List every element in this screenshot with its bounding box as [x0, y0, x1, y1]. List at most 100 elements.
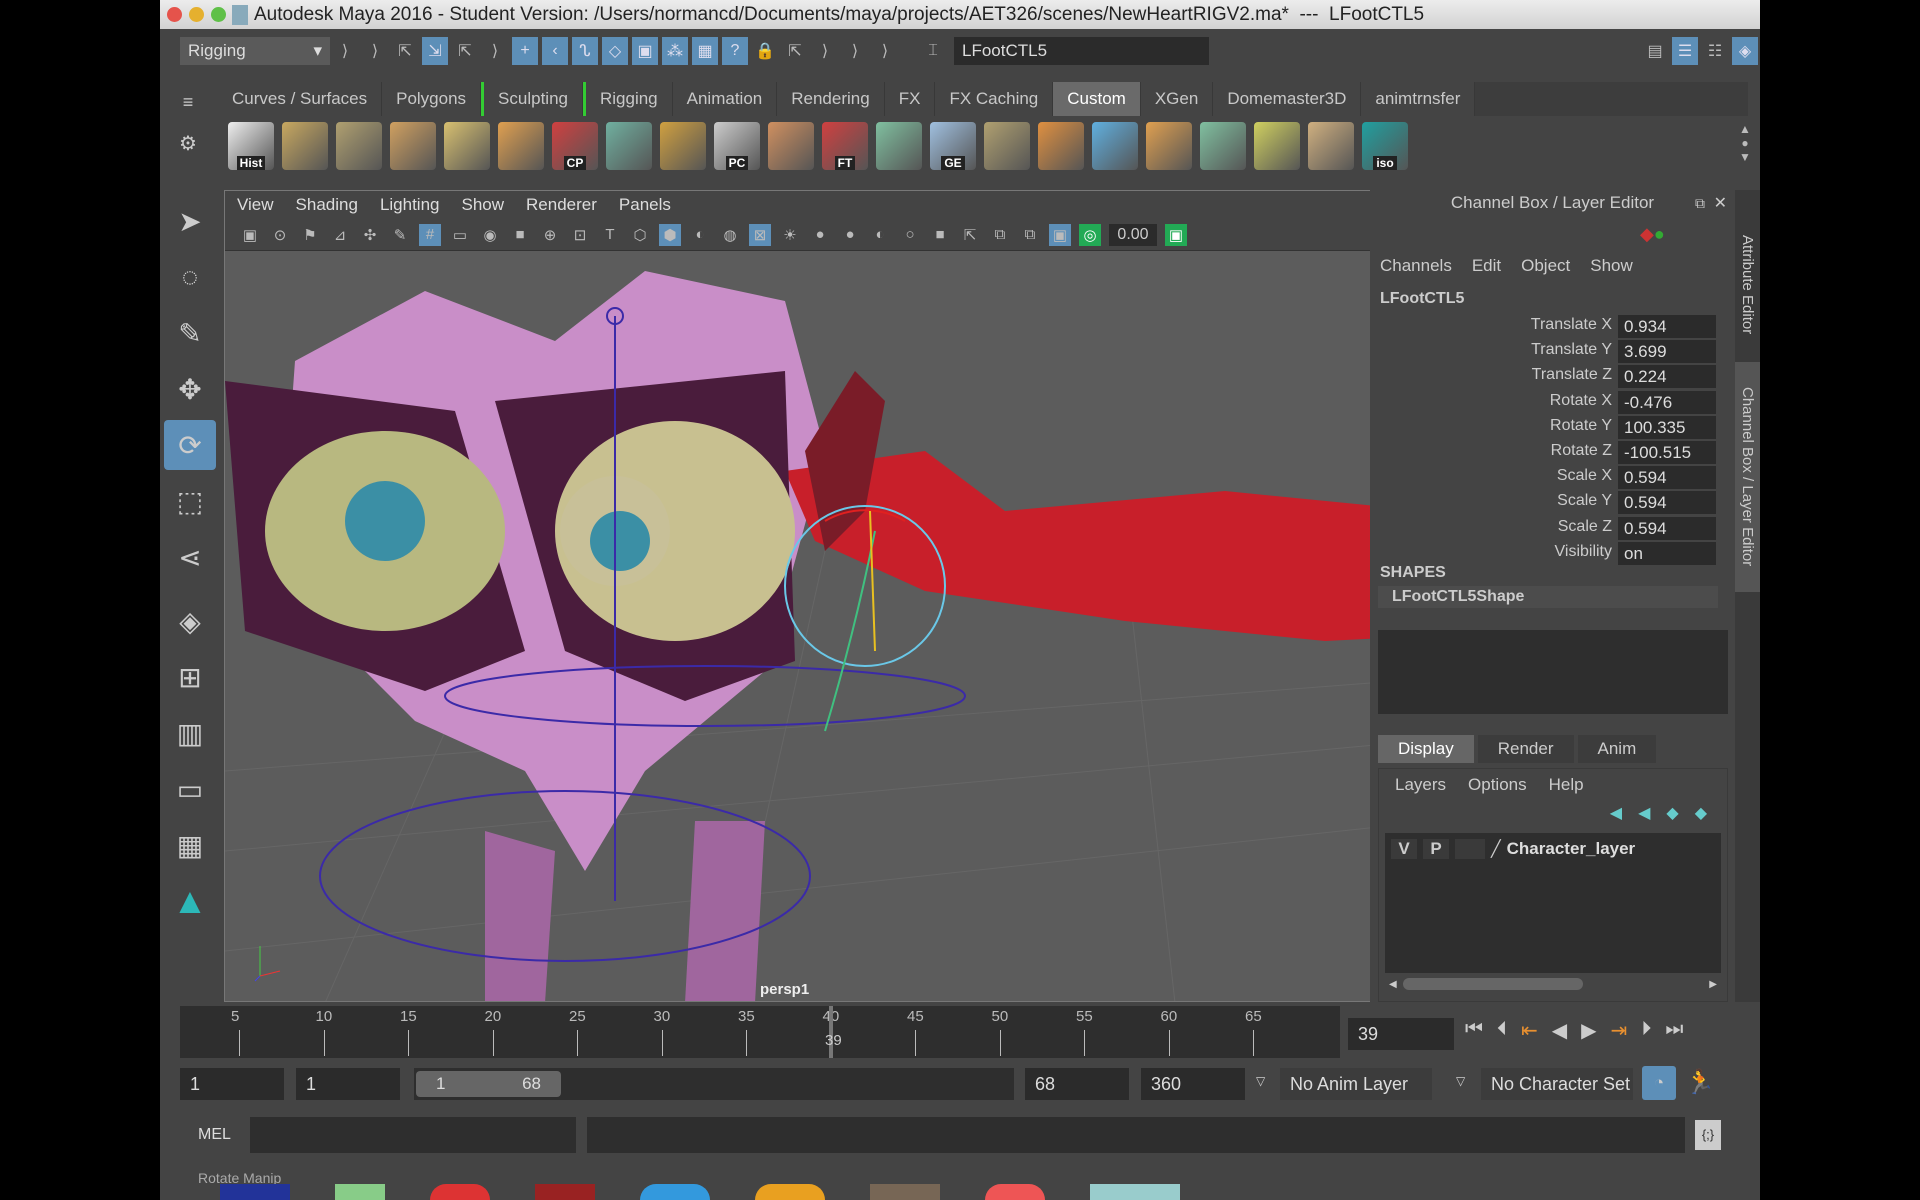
- dock-app-icon[interactable]: [755, 1184, 825, 1200]
- range-slider-handle[interactable]: 1 68: [416, 1071, 561, 1097]
- channel-value-field[interactable]: 100.335: [1618, 415, 1716, 439]
- shelf-tab-xgen[interactable]: XGen: [1140, 82, 1214, 116]
- character-set-dropdown[interactable]: No Character Set: [1481, 1068, 1633, 1100]
- tab-attribute-editor[interactable]: Attribute Editor: [1735, 210, 1760, 360]
- channel-row[interactable]: Scale Z 0.594: [1370, 516, 1720, 540]
- shelf-pc-icon[interactable]: PC: [714, 122, 760, 170]
- shelf-tab-sculpting[interactable]: Sculpting: [481, 82, 583, 116]
- layer-menu-layers[interactable]: Layers: [1395, 775, 1446, 795]
- xray-icon[interactable]: ⇱: [959, 224, 981, 246]
- xray-components-icon[interactable]: ⧉: [1019, 224, 1041, 246]
- shelf-menu-icon[interactable]: ≡: [160, 92, 216, 113]
- close-icon[interactable]: ✕: [1714, 193, 1727, 213]
- tab-anim[interactable]: Anim: [1577, 735, 1657, 763]
- arrow-down-icon[interactable]: ▼: [1738, 150, 1752, 164]
- channel-row[interactable]: Visibility on: [1370, 541, 1720, 565]
- shelf-tab-animtrnsfer[interactable]: animtrnsfer: [1361, 82, 1476, 116]
- channel-row[interactable]: Translate X 0.934: [1370, 314, 1720, 338]
- channel-value-field[interactable]: on: [1618, 541, 1716, 565]
- channel-label[interactable]: Scale Y: [1557, 492, 1612, 510]
- input-field-mode-icon[interactable]: ⌶: [920, 37, 946, 65]
- smooth-shade-icon[interactable]: ⬢: [659, 223, 681, 246]
- layer-menu-help[interactable]: Help: [1549, 775, 1584, 795]
- step-back-frame-icon[interactable]: ⏴: [1497, 1018, 1507, 1043]
- depth-of-field-icon[interactable]: ○: [899, 224, 921, 246]
- channel-label[interactable]: Translate Z: [1532, 366, 1612, 384]
- auto-key-icon[interactable]: ◔: [1642, 1066, 1676, 1100]
- select-hierarchy-icon[interactable]: ⇱: [392, 37, 418, 65]
- rotate-tool-icon[interactable]: ⟳: [164, 420, 216, 470]
- viewport-panel[interactable]: persp1 View Shading Lighting Show Renderer Pa…: [224, 190, 1526, 1002]
- new-layer-icon[interactable]: ◆: [1666, 803, 1678, 823]
- snap-view-icon[interactable]: ◇: [602, 37, 628, 65]
- anti-aliasing-icon[interactable]: ◐: [869, 224, 891, 246]
- shadows-icon[interactable]: ☀: [779, 224, 801, 246]
- viewport-menu-renderer[interactable]: Renderer: [526, 195, 597, 215]
- channel-label[interactable]: Scale Z: [1558, 518, 1612, 536]
- arrow-left-icon[interactable]: ◀: [1389, 979, 1397, 990]
- gamma-icon[interactable]: ▣: [1165, 223, 1187, 246]
- shelf-box-icon[interactable]: [498, 122, 544, 170]
- channel-row[interactable]: Translate Z 0.224: [1370, 364, 1720, 389]
- channel-label[interactable]: Scale X: [1557, 467, 1612, 485]
- shelf-paint-icon[interactable]: [1254, 122, 1300, 170]
- shelf-grid-icon[interactable]: [660, 122, 706, 170]
- single-pane-layout-icon[interactable]: ◈: [164, 596, 216, 646]
- grease-pencil-icon[interactable]: ✎: [389, 224, 411, 246]
- shelf-tab-curves-surfaces[interactable]: Curves / Surfaces: [218, 82, 383, 116]
- end-time-field[interactable]: 360: [1141, 1068, 1245, 1100]
- two-d-pan-icon[interactable]: ✣: [359, 224, 381, 246]
- horizontal-scrollbar[interactable]: ◀ ▶: [1389, 977, 1717, 991]
- channel-label[interactable]: Rotate Z: [1551, 442, 1612, 460]
- channel-box-toggle-icon[interactable]: ◈: [1732, 37, 1758, 65]
- dock-app-icon[interactable]: [535, 1184, 595, 1200]
- channel-label[interactable]: Translate Y: [1531, 341, 1612, 359]
- layer-row[interactable]: V P ╱ Character_layer: [1391, 839, 1715, 859]
- shelf-checker2-icon[interactable]: [1200, 122, 1246, 170]
- viewport-menu-show[interactable]: Show: [462, 195, 505, 215]
- shelf-bricks-icon[interactable]: [1038, 122, 1084, 170]
- gate-mask-icon[interactable]: ■: [509, 224, 531, 246]
- channel-value-field[interactable]: -0.476: [1618, 390, 1716, 414]
- wireframe-icon[interactable]: ⬡: [629, 224, 651, 246]
- go-to-end-icon[interactable]: ⏭: [1665, 1018, 1683, 1043]
- channel-label[interactable]: Rotate X: [1550, 392, 1612, 410]
- time-slider[interactable]: 5101520253035404550556065 39: [180, 1006, 1340, 1058]
- channel-value-field[interactable]: 3.699: [1618, 340, 1716, 364]
- shelf-scroll[interactable]: ▲ ● ▼: [1738, 122, 1752, 172]
- shelf-tab-custom[interactable]: Custom: [1053, 82, 1141, 116]
- tab-channel-box-layer-editor[interactable]: Channel Box / Layer Editor: [1735, 362, 1760, 592]
- shelf-curve-icon[interactable]: [768, 122, 814, 170]
- safe-action-icon[interactable]: ⊡: [569, 224, 591, 246]
- shelf-plane-icon[interactable]: [336, 122, 382, 170]
- gear-icon[interactable]: ⚙: [160, 131, 216, 156]
- start-time-field[interactable]: 1: [180, 1068, 284, 1100]
- image-plane-icon[interactable]: ⊿: [329, 224, 351, 246]
- isolate-select-icon[interactable]: ■: [929, 224, 951, 246]
- shelf-tab-fx[interactable]: FX: [884, 82, 936, 116]
- channel-row[interactable]: Scale Y 0.594: [1370, 490, 1720, 515]
- shelf-pencil-icon[interactable]: [390, 122, 436, 170]
- channel-value-field[interactable]: 0.224: [1618, 365, 1716, 389]
- step-forward-key-icon[interactable]: ⇥: [1611, 1018, 1628, 1043]
- layer-menu-options[interactable]: Options: [1468, 775, 1527, 795]
- paint-select-tool-icon[interactable]: ✎: [164, 308, 216, 358]
- render-view-icon[interactable]: ▦: [692, 37, 718, 65]
- resolution-gate-icon[interactable]: ◉: [479, 224, 501, 246]
- select-lock-icon[interactable]: ⇱: [782, 37, 808, 65]
- step-back-key-icon[interactable]: ⇤: [1521, 1018, 1538, 1043]
- channel-row[interactable]: Rotate X -0.476: [1370, 390, 1720, 414]
- channel-label[interactable]: Visibility: [1555, 543, 1613, 561]
- channel-box-menu-object[interactable]: Object: [1521, 256, 1570, 276]
- four-pane-layout-icon[interactable]: ⊞: [164, 652, 216, 702]
- manipulator-axis-icon[interactable]: ◆●: [1640, 224, 1665, 245]
- snap-point-icon[interactable]: ᔐ: [572, 37, 598, 65]
- shelf-ft-icon[interactable]: FT: [822, 122, 868, 170]
- dock-maya-icon[interactable]: [1090, 1184, 1180, 1200]
- shelf-iso-icon[interactable]: iso: [1362, 122, 1408, 170]
- channel-label[interactable]: Translate X: [1531, 316, 1612, 334]
- shelf-cp-icon[interactable]: CP: [552, 122, 598, 170]
- shelf-brush-icon[interactable]: [1092, 122, 1138, 170]
- play-forwards-icon[interactable]: ▶: [1581, 1018, 1596, 1043]
- field-chart-icon[interactable]: ⊕: [539, 224, 561, 246]
